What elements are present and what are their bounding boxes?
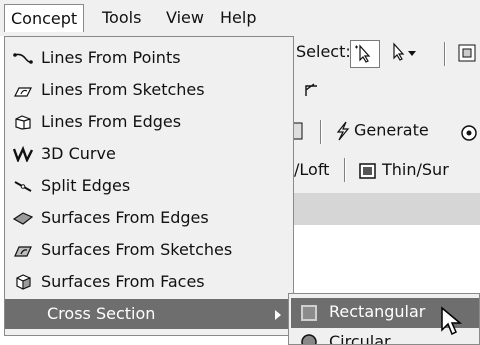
menu-item-label: Surfaces From Edges (41, 208, 209, 227)
mouse-cursor-icon (441, 306, 463, 336)
menu-item-lines-from-points[interactable]: Lines From Points (5, 43, 293, 73)
menu-concept[interactable]: Concept (4, 4, 85, 32)
menu-bar: Concept Tools View Help (0, 0, 480, 36)
concept-dropdown-menu: Lines From Points Lines From Sketches Li… (4, 36, 294, 336)
submenu-item-label: Rectangular (329, 302, 426, 321)
panel-header (294, 193, 480, 225)
toolbar-separator (344, 158, 346, 182)
menu-view[interactable]: View (162, 7, 208, 29)
select-filter-dropdown[interactable] (386, 40, 420, 70)
menu-item-label: Surfaces From Sketches (41, 240, 233, 259)
line-sketch-icon (14, 87, 32, 97)
menu-help[interactable]: Help (216, 7, 260, 29)
line-points-icon (13, 53, 33, 64)
menu-item-label: Cross Section (47, 304, 156, 323)
menu-item-split-edges[interactable]: Split Edges (5, 171, 293, 201)
sketch-tool-button[interactable] (302, 80, 322, 104)
menu-item-label: Lines From Edges (41, 112, 182, 131)
menu-item-cross-section[interactable]: Cross Section (5, 299, 293, 329)
menu-item-surfaces-from-faces[interactable]: Surfaces From Faces (5, 267, 293, 297)
toolbar-separator (444, 42, 446, 66)
select-mode-button[interactable] (350, 40, 380, 68)
gear-icon (461, 125, 477, 141)
rectangle-section-icon (301, 305, 317, 321)
partial-icon[interactable] (294, 120, 306, 146)
thin-surface-label: Thin/Sur (382, 160, 449, 179)
curve-3d-icon (13, 146, 33, 162)
sketch-angle-icon (305, 83, 317, 96)
box-select-icon (458, 44, 476, 62)
menu-item-lines-from-edges[interactable]: Lines From Edges (5, 107, 293, 137)
menu-item-label: Split Edges (41, 176, 131, 195)
submenu-arrow-icon (275, 310, 281, 320)
circle-section-icon (301, 334, 317, 344)
generate-label: Generate (354, 120, 429, 140)
menu-item-label: Lines From Sketches (41, 80, 205, 99)
menu-item-label: Lines From Points (41, 48, 181, 67)
menu-item-3d-curve[interactable]: 3D Curve (5, 139, 293, 169)
generate-button[interactable]: Generate (332, 120, 429, 142)
lightning-icon (336, 121, 350, 141)
menu-tools[interactable]: Tools (98, 7, 145, 29)
menu-item-label: 3D Curve (41, 144, 116, 163)
menu-item-surfaces-from-sketches[interactable]: Surfaces From Sketches (5, 235, 293, 265)
submenu-item-label: Circular (329, 332, 391, 345)
partial-tool-icon[interactable] (458, 122, 480, 148)
select-cursor-icon (355, 44, 371, 63)
loft-label[interactable]: /Loft (294, 160, 329, 179)
surface-sketch-icon (14, 246, 32, 257)
toolbar-separator (320, 120, 322, 144)
select-label: Select: (296, 42, 351, 61)
thin-surface-button[interactable]: Thin/Sur (358, 160, 449, 181)
surface-edges-icon (13, 212, 33, 225)
menu-item-label: Surfaces From Faces (41, 272, 205, 291)
surface-faces-icon (16, 274, 31, 290)
menu-item-surfaces-from-edges[interactable]: Surfaces From Edges (5, 203, 293, 233)
box-select-button[interactable] (456, 42, 480, 70)
thin-surface-icon (359, 162, 376, 179)
menu-item-lines-from-sketches[interactable]: Lines From Sketches (5, 75, 293, 105)
line-edges-icon (15, 115, 31, 130)
cursor-dropdown-icon (393, 42, 416, 61)
split-edges-icon (14, 181, 32, 192)
